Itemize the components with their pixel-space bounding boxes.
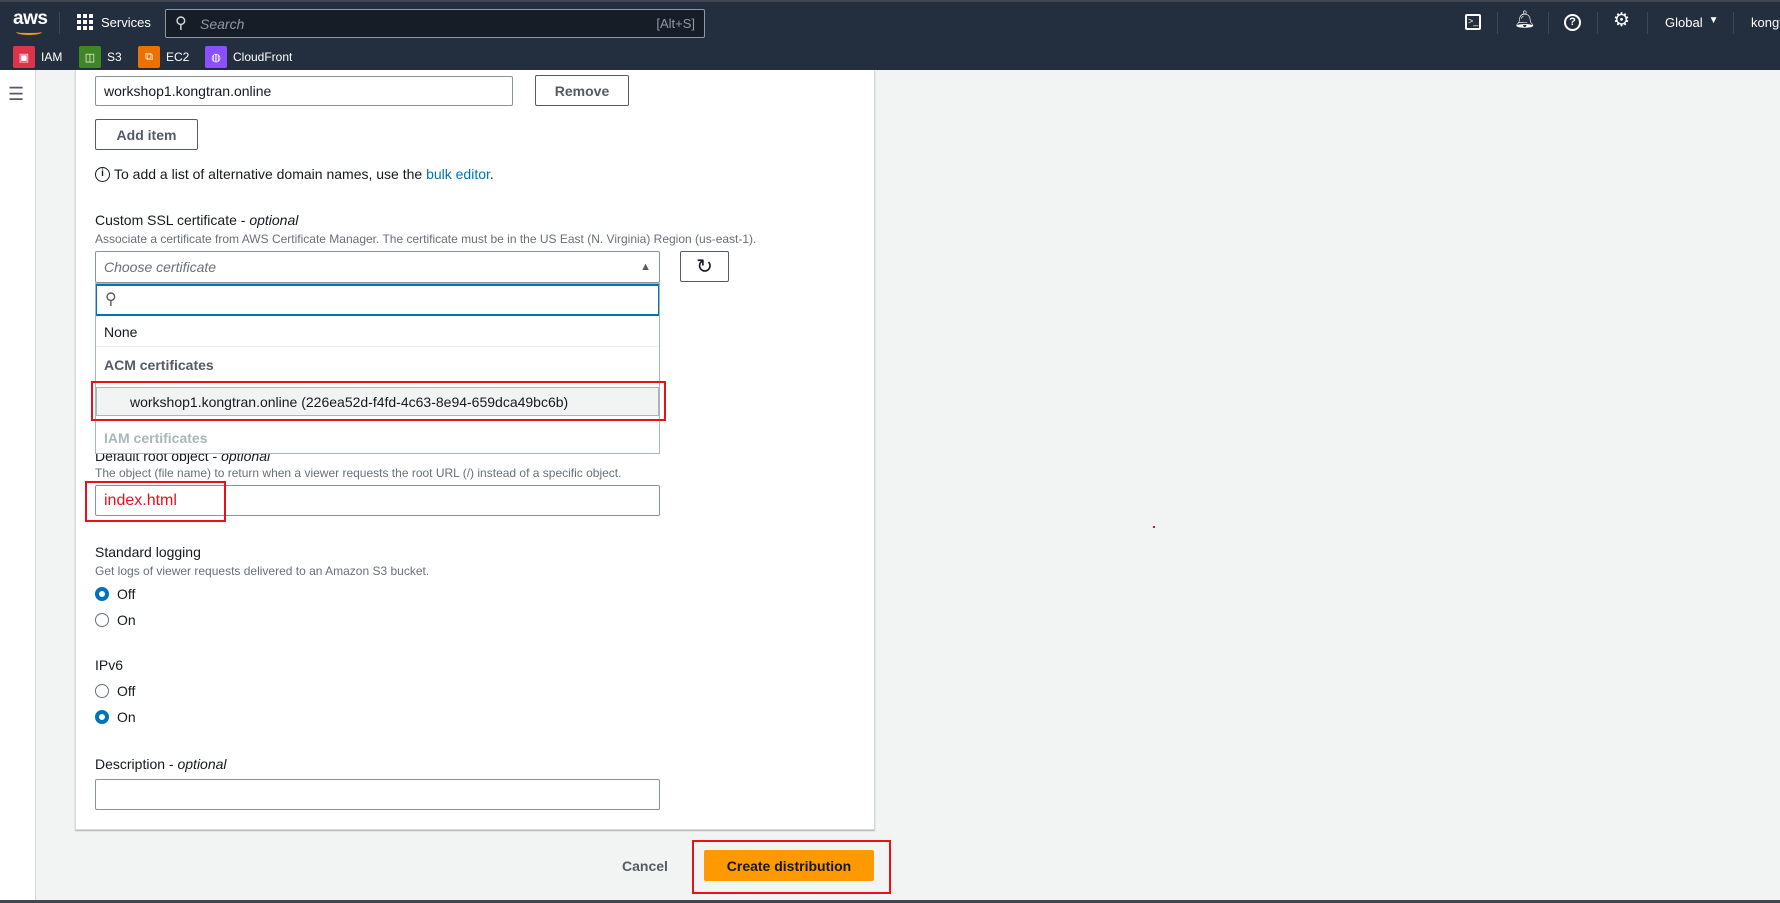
favorite-label: EC2 — [166, 50, 190, 64]
radio-label: On — [117, 709, 136, 725]
highlight-box — [91, 381, 666, 421]
favorite-cloudfront[interactable]: ◍ CloudFront — [205, 46, 292, 68]
red-dot — [1153, 526, 1155, 528]
ipv6-on-radio[interactable]: On — [95, 709, 136, 725]
search-icon: ⚲ — [105, 291, 117, 308]
radio-unselected-icon — [95, 613, 109, 627]
help-icon[interactable]: ? — [1564, 14, 1581, 31]
cancel-button[interactable]: Cancel — [622, 858, 668, 874]
logging-off-radio[interactable]: Off — [95, 586, 135, 602]
search-shortcut: [Alt+S] — [656, 16, 695, 31]
caret-down-icon: ▼ — [1708, 15, 1719, 26]
region-label: Global — [1665, 15, 1703, 30]
alternate-domain-value: workshop1.kongtran.online — [104, 83, 272, 99]
highlight-box — [85, 481, 226, 522]
radio-label: Off — [117, 683, 136, 699]
services-label: Services — [101, 14, 151, 30]
radio-selected-icon — [95, 710, 109, 724]
standard-logging-description: Get logs of viewer requests delivered to… — [95, 564, 430, 578]
favorite-label: IAM — [41, 50, 63, 64]
certificate-dropdown: ⚲ None ACM certificates workshop1.kongtr… — [95, 283, 660, 454]
favorite-ec2[interactable]: ⧉ EC2 — [138, 46, 189, 68]
description-label: Description - optional — [95, 756, 227, 772]
cloudfront-globe-icon: ◍ — [205, 46, 227, 68]
add-item-button[interactable]: Add item — [95, 119, 198, 150]
favorite-s3[interactable]: ◫ S3 — [79, 46, 122, 68]
aws-smile-icon — [16, 29, 42, 35]
ec2-chip-icon: ⧉ — [138, 46, 160, 68]
acm-certificates-group: ACM certificates — [104, 357, 214, 373]
radio-label: Off — [117, 586, 136, 602]
certificate-placeholder: Choose certificate — [104, 259, 217, 275]
info-note: i To add a list of alternative domain na… — [95, 166, 494, 182]
favorite-iam[interactable]: ▣ IAM — [13, 46, 62, 68]
caret-up-icon: ▲ — [640, 261, 651, 273]
hamburger-menu-icon[interactable]: ☰ — [8, 84, 24, 105]
s3-bucket-icon: ◫ — [79, 46, 101, 68]
refresh-certificates-button[interactable]: ↻ — [680, 251, 729, 282]
ipv6-off-radio[interactable]: Off — [95, 683, 135, 699]
search-input[interactable]: ⚲ Search [Alt+S] — [165, 9, 705, 38]
logging-on-radio[interactable]: On — [95, 612, 136, 628]
favorite-label: CloudFront — [233, 50, 293, 64]
aws-logo[interactable]: aws — [13, 8, 48, 30]
search-placeholder: Search — [200, 16, 245, 32]
services-menu[interactable]: Services — [77, 14, 151, 30]
iam-icon: ▣ — [13, 46, 35, 68]
certificate-select[interactable]: Choose certificate ▲ — [95, 251, 660, 283]
default-root-object-description: The object (file name) to return when a … — [95, 466, 622, 480]
region-selector[interactable]: Global ▼ — [1665, 15, 1718, 30]
description-input[interactable] — [95, 779, 660, 810]
standard-logging-label: Standard logging — [95, 544, 201, 560]
certificate-search-input[interactable]: ⚲ — [96, 284, 659, 316]
option-none[interactable]: None — [96, 316, 659, 347]
info-icon: i — [95, 166, 110, 182]
top-navigation: aws Services ⚲ Search [Alt+S] >_ 🔔︎ ? ⚙ … — [0, 0, 1780, 70]
ipv6-label: IPv6 — [95, 657, 124, 673]
iam-certificates-group: IAM certificates — [104, 430, 208, 446]
alternate-domain-input[interactable]: workshop1.kongtran.online — [95, 76, 513, 106]
bulk-editor-link[interactable]: bulk editor — [426, 166, 490, 182]
refresh-icon: ↻ — [696, 256, 713, 278]
highlight-box — [692, 840, 891, 894]
info-text: To add a list of alternative domain name… — [114, 166, 427, 182]
search-icon: ⚲ — [175, 15, 187, 32]
info-end: . — [489, 166, 494, 182]
radio-label: On — [117, 612, 136, 628]
radio-selected-icon — [95, 587, 109, 601]
radio-unselected-icon — [95, 684, 109, 698]
cloudshell-icon[interactable]: >_ — [1465, 14, 1481, 30]
ssl-certificate-label: Custom SSL certificate - optional — [95, 212, 299, 228]
favorite-label: S3 — [107, 50, 122, 64]
user-menu[interactable]: kongt — [1751, 15, 1780, 30]
grid-icon — [77, 14, 93, 30]
bell-icon[interactable]: 🔔︎ — [1514, 10, 1536, 30]
side-navigation: ☰ — [0, 70, 36, 902]
ssl-certificate-description: Associate a certificate from AWS Certifi… — [95, 232, 757, 246]
remove-button[interactable]: Remove — [535, 75, 629, 106]
gear-icon[interactable]: ⚙ — [1613, 9, 1630, 32]
